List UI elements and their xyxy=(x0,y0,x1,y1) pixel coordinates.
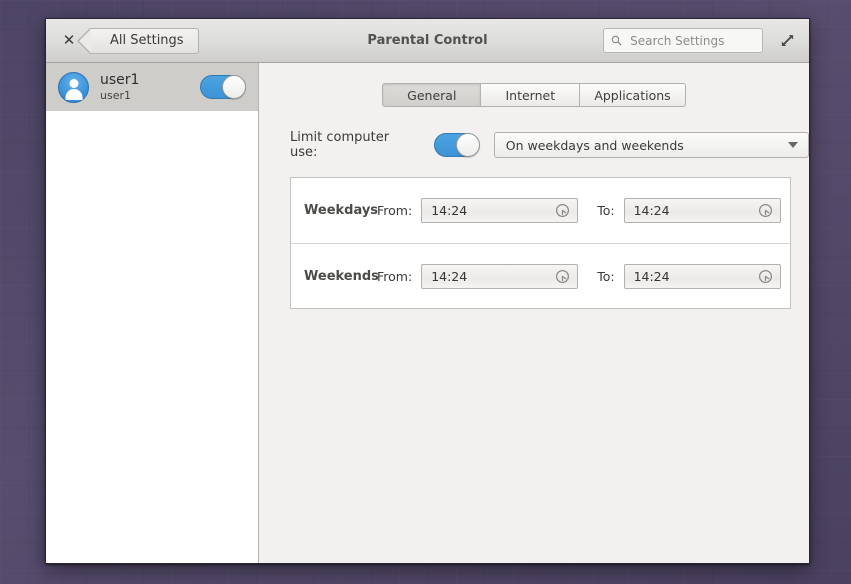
schedule-panel: Weekdays From: 14:24 To: 14:24 xyxy=(290,177,791,309)
search-settings-box[interactable] xyxy=(603,28,763,53)
weekdays-to-time-input[interactable]: 14:24 xyxy=(624,198,781,223)
parental-control-window: ✕ All Settings Parental Control xyxy=(45,18,810,564)
weekdays-from-time-value: 14:24 xyxy=(431,203,467,218)
weekdays-from-label: From: xyxy=(377,203,412,218)
weekdays-from-time-input[interactable]: 14:24 xyxy=(421,198,578,223)
chevron-down-icon xyxy=(788,142,798,148)
maximize-icon xyxy=(780,33,795,48)
limit-computer-use-row: Limit computer use: On weekdays and week… xyxy=(259,130,809,160)
tab-internet[interactable]: Internet xyxy=(481,83,580,107)
clock-icon xyxy=(758,269,773,284)
search-input[interactable] xyxy=(628,33,755,49)
window-header-bar: ✕ All Settings Parental Control xyxy=(46,19,809,63)
window-body: user1 user1 General Internet Application… xyxy=(46,63,809,563)
user-enabled-toggle[interactable] xyxy=(200,75,246,99)
main-content-area: General Internet Applications Limit comp… xyxy=(259,63,809,563)
user-subtitle: user1 xyxy=(100,90,139,103)
user-name: user1 xyxy=(100,72,139,88)
weekends-label: Weekends xyxy=(304,269,377,284)
weekends-from-time-value: 14:24 xyxy=(431,269,467,284)
weekdays-to-label: To: xyxy=(597,203,614,218)
close-icon: ✕ xyxy=(63,33,76,48)
all-settings-back-button[interactable]: All Settings xyxy=(90,28,199,54)
header-right-group xyxy=(603,28,797,53)
weekends-to-time-value: 14:24 xyxy=(634,269,670,284)
search-icon xyxy=(611,34,622,47)
schedule-mode-value: On weekdays and weekends xyxy=(506,138,684,153)
toggle-knob xyxy=(456,133,480,157)
tab-applications[interactable]: Applications xyxy=(580,83,685,107)
back-button-label: All Settings xyxy=(110,33,184,48)
weekends-from-label: From: xyxy=(377,269,412,284)
tab-internet-label: Internet xyxy=(505,88,555,103)
weekends-to-time-input[interactable]: 14:24 xyxy=(624,264,781,289)
weekends-to-label: To: xyxy=(597,269,614,284)
settings-tab-bar: General Internet Applications xyxy=(259,63,809,107)
clock-icon xyxy=(555,269,570,284)
maximize-window-button[interactable] xyxy=(777,31,797,51)
schedule-mode-dropdown[interactable]: On weekdays and weekends xyxy=(494,132,809,158)
weekends-from-time-input[interactable]: 14:24 xyxy=(421,264,578,289)
user-list-sidebar: user1 user1 xyxy=(46,63,259,563)
tab-applications-label: Applications xyxy=(594,88,670,103)
clock-icon xyxy=(758,203,773,218)
limit-computer-use-toggle[interactable] xyxy=(434,133,480,157)
schedule-row-weekends: Weekends From: 14:24 To: 14:24 xyxy=(291,243,790,308)
clock-icon xyxy=(555,203,570,218)
toggle-knob xyxy=(222,75,246,99)
tab-general-label: General xyxy=(407,88,456,103)
tab-general[interactable]: General xyxy=(382,83,481,107)
weekdays-to-time-value: 14:24 xyxy=(634,203,670,218)
weekdays-label: Weekdays xyxy=(304,203,377,218)
sidebar-item-user1[interactable]: user1 user1 xyxy=(46,63,258,111)
schedule-row-weekdays: Weekdays From: 14:24 To: 14:24 xyxy=(291,178,790,243)
limit-computer-use-label: Limit computer use: xyxy=(290,130,420,160)
user-avatar-icon xyxy=(58,72,89,103)
user-text-group: user1 user1 xyxy=(100,72,139,103)
